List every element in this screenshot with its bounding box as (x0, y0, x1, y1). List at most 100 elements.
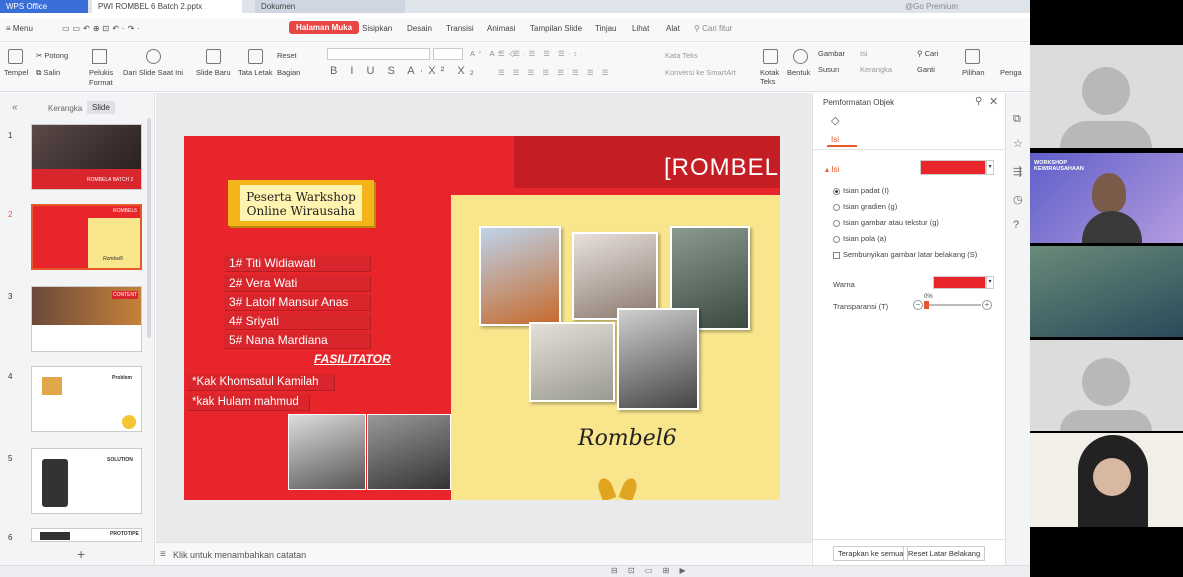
add-slide-icon[interactable]: + (77, 546, 85, 562)
search-icon: ⚲ (694, 24, 700, 33)
history-icon[interactable]: ◷ (1013, 193, 1023, 206)
premium-link[interactable]: @Go Premium (905, 0, 958, 13)
wps-office-tab[interactable]: WPS Office (0, 0, 88, 13)
slide-thumbnail-2[interactable]: ROMBEL6 Rombel6 (31, 204, 142, 270)
new-slide-button[interactable]: Slide Baru (196, 68, 231, 77)
tab-alat[interactable]: Alat (666, 24, 680, 33)
find-button[interactable]: ⚲ Cari (917, 49, 938, 58)
play-from-current-icon[interactable] (146, 49, 161, 64)
slide-thumbnail-6[interactable]: PROTOTIPE (31, 528, 142, 542)
outline-button[interactable]: Kerangka (860, 65, 892, 74)
textbox-icon[interactable] (763, 49, 778, 64)
tab-desain[interactable]: Desain (407, 24, 432, 33)
menu-button[interactable]: ≡ Menu (6, 24, 33, 33)
fill-section-header[interactable]: ▴ Isi (825, 165, 839, 174)
from-current-slide-button[interactable]: Dari Slide Saat Ini (123, 68, 183, 77)
transparency-thumb[interactable] (924, 301, 929, 309)
shapes-icon[interactable] (793, 49, 808, 64)
arrange-button[interactable]: Susun (818, 65, 839, 74)
option-gradient-fill[interactable]: Isian gradien (g) (833, 202, 897, 211)
tab-tampilan-slide[interactable]: Tampilan Slide (530, 24, 582, 33)
transparency-slider[interactable] (925, 304, 981, 306)
cut-label: Potong (44, 51, 69, 60)
textbox-button[interactable]: Kotak (760, 68, 779, 77)
radio-picture[interactable] (833, 219, 840, 227)
picture-button[interactable]: Gambar (818, 49, 845, 58)
tab-sisipkan[interactable]: Sisipkan (362, 24, 392, 33)
slide-thumbnail-3[interactable]: CONTENT (31, 286, 142, 352)
font-size-select[interactable] (433, 48, 463, 60)
copy-icon[interactable]: ⧉ (1013, 113, 1021, 126)
tab-lihat[interactable]: Lihat (632, 24, 649, 33)
file-tab[interactable]: PWI ROMBEL 6 Batch 2.pptx (92, 0, 242, 13)
current-slide[interactable]: [ROMBEL6] Peserta Warkshop Online Wiraus… (184, 136, 780, 500)
tab-slides[interactable]: Slide (87, 101, 115, 114)
paste-icon[interactable] (8, 49, 23, 64)
fill-color-dropdown[interactable]: ▾ (986, 160, 994, 175)
close-icon[interactable]: ✕ (989, 95, 998, 108)
layout-icon[interactable] (248, 49, 263, 64)
reset-button[interactable]: Reset (277, 51, 297, 60)
slide-thumbnail-4[interactable]: Problem (31, 366, 142, 432)
view-buttons[interactable]: ⊟ ⊡ ▭ ⊞ ▶ (611, 566, 690, 575)
paste-button[interactable]: Tempel (4, 68, 28, 77)
notes-area[interactable]: ≡ Klik untuk menambahkan catatan (156, 542, 811, 565)
option-hide-background[interactable]: Sembunyikan gambar latar belakang (S) (833, 250, 977, 259)
align-buttons[interactable]: ☰ ☰ ☰ ☰ ☰ ☰ ☰ ☰ (498, 68, 611, 77)
help-icon[interactable]: ? (1013, 219, 1019, 231)
tab-tinjau[interactable]: Tinjau (595, 24, 617, 33)
radio-solid[interactable] (833, 187, 840, 195)
cut-button[interactable]: ✂ Potong (36, 51, 68, 60)
apply-to-all-button[interactable]: Terapkan ke semua (833, 546, 909, 561)
star-icon[interactable]: ☆ (1013, 137, 1023, 150)
animation-icon[interactable]: ⇶ (1013, 165, 1022, 178)
transparency-increase[interactable]: + (982, 300, 992, 310)
pin-icon[interactable]: ⚲ (975, 96, 982, 107)
tab-transisi[interactable]: Transisi (446, 24, 474, 33)
pane-divider (813, 149, 1006, 150)
quick-access-icons[interactable]: ▭▭↶⊕⊡↶·↷· (62, 24, 143, 33)
new-slide-icon[interactable] (206, 49, 221, 64)
font-style-buttons[interactable]: B I U S A·X² X₂ (330, 65, 479, 77)
layout-button[interactable]: Tata Letak (238, 68, 273, 77)
settings-button[interactable]: Penga (1000, 68, 1022, 77)
tab-halaman-muka[interactable]: Halaman Muka (289, 21, 360, 34)
transparency-decrease[interactable]: − (913, 300, 923, 310)
option-pattern-fill[interactable]: Isian pola (a) (833, 234, 886, 243)
radio-gradient[interactable] (833, 203, 840, 211)
checkbox-hide-bg[interactable] (833, 251, 840, 259)
font-name-select[interactable] (327, 48, 430, 60)
smartart-convert-button[interactable]: Konversi ke SmartArt (665, 68, 736, 77)
file-tab-label: PWI ROMBEL 6 Batch 2.pptx (98, 2, 203, 11)
color-dropdown[interactable]: ▾ (986, 276, 994, 289)
collapse-panel-icon[interactable]: « (12, 102, 18, 113)
replace-button[interactable]: Ganti (917, 65, 935, 74)
format-painter-label[interactable]: Pelukis (89, 68, 113, 77)
select-button[interactable]: Pilihan (962, 68, 985, 77)
tab-animasi[interactable]: Animasi (487, 24, 515, 33)
color-swatch[interactable] (933, 276, 986, 289)
copy-button[interactable]: ⧉ Salin (36, 68, 60, 78)
option-solid-fill[interactable]: Isian padat (I) (833, 186, 889, 195)
document-tab[interactable]: Dokumen (255, 0, 405, 13)
fill-color-swatch[interactable] (920, 160, 986, 175)
tab-outline[interactable]: Kerangka (48, 104, 82, 113)
text-direction-button[interactable]: Kata Teks (665, 51, 698, 60)
select-icon[interactable] (965, 49, 980, 64)
format-painter-icon[interactable] (92, 49, 107, 64)
option-picture-fill[interactable]: Isian gambar atau tekstur (g) (833, 218, 939, 227)
panel-scrollbar[interactable] (147, 118, 151, 338)
reset-background-button[interactable]: Reset Latar Belakang (903, 546, 986, 561)
workshop-banner-inner: Peserta Warkshop Online Wirausaha (240, 185, 362, 221)
slide-thumbnail-5[interactable]: SOLUTION (31, 448, 142, 514)
slide-number-1: 1 (8, 131, 13, 140)
banner-line-1: Peserta Warkshop (246, 190, 356, 204)
section-button[interactable]: Bagian (277, 68, 300, 77)
radio-pattern[interactable] (833, 235, 840, 243)
fill-tab[interactable]: Isi (831, 135, 839, 144)
slide-thumbnail-1[interactable]: ROMBELA BATCH 2 (31, 124, 142, 190)
shapes-button[interactable]: Bentuk (787, 68, 810, 77)
search-feature[interactable]: ⚲ Cari fitur (694, 24, 732, 33)
fill-button[interactable]: Isi (860, 49, 868, 58)
paragraph-buttons[interactable]: ☰·☰·☰ ☰ ☰·↕· (498, 49, 586, 58)
